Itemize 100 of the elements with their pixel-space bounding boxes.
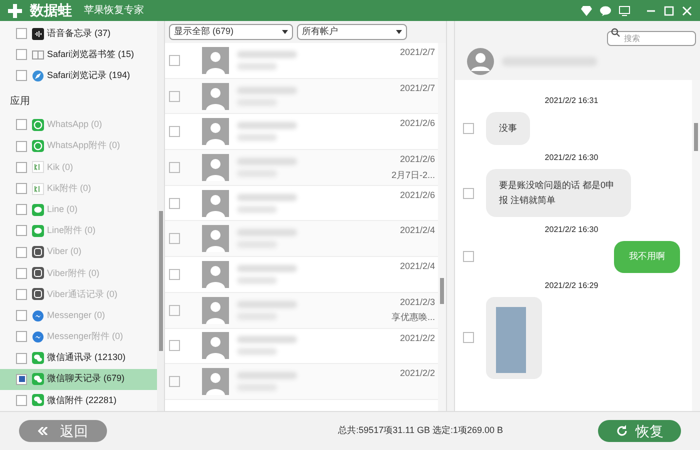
blurred-text — [237, 276, 277, 284]
checkbox[interactable] — [169, 304, 180, 316]
splitter-bar[interactable] — [447, 21, 455, 411]
kik-text-icon — [32, 161, 44, 174]
compass-icon — [32, 70, 44, 82]
sidebar-item[interactable]: 微信附件 (22281) — [0, 390, 157, 411]
blurred-text — [237, 158, 297, 165]
conversation-row[interactable]: 2021/2/3 享优惠唤... — [165, 292, 438, 328]
checkbox[interactable] — [463, 188, 474, 198]
blurred-text — [237, 264, 297, 272]
avatar-placeholder-icon — [202, 82, 229, 110]
message-preview: 享优惠唤... — [391, 311, 435, 324]
diamond-icon[interactable] — [581, 6, 592, 16]
app-logo-text: 数据蛙 — [30, 1, 72, 20]
checkbox[interactable] — [16, 28, 27, 40]
photo-placeholder — [496, 306, 526, 372]
account-filter-dropdown[interactable]: 所有帐户 — [297, 24, 407, 40]
received-message: 没事 — [486, 112, 530, 145]
avatar-placeholder-icon — [202, 190, 229, 217]
message-timestamp: 2021/2/2 16:30 — [544, 224, 600, 236]
list-scrollbar[interactable] — [438, 43, 446, 411]
conversation-row[interactable]: 2021/2/2 — [165, 328, 438, 364]
message-timestamp: 2021/2/2 16:31 — [544, 95, 600, 107]
message-timestamp: 2021/2/2 16:30 — [544, 152, 600, 164]
sidebar-item[interactable]: Safari浏览器书签 (15) — [0, 44, 157, 66]
checkbox[interactable] — [463, 123, 474, 134]
conversation-row[interactable]: 2021/2/6 2月7日-2... — [165, 150, 438, 186]
chat-bubbles-icon — [32, 352, 44, 364]
checkbox[interactable] — [16, 49, 27, 60]
sidebar-item[interactable]: 语音备忘录 (37) — [0, 23, 157, 44]
chat-app-icon — [32, 140, 44, 152]
avatar-placeholder-icon — [202, 118, 229, 146]
checkbox[interactable] — [16, 374, 27, 385]
checkbox[interactable] — [16, 394, 27, 406]
sidebar-item[interactable]: Safari浏览记录 (194) — [0, 65, 157, 87]
phone-app-icon — [32, 288, 44, 300]
sidebar-item[interactable]: 微信聊天记录 (679) — [0, 368, 157, 390]
double-chevron-left-icon — [38, 427, 48, 435]
checkbox[interactable] — [463, 251, 474, 262]
monitor-icon[interactable] — [619, 6, 630, 16]
phone-app-icon — [32, 246, 44, 258]
recover-button[interactable]: 恢复 — [598, 420, 681, 442]
avatar-placeholder-icon — [202, 332, 229, 360]
checkbox[interactable] — [169, 54, 180, 66]
chat-app-icon — [32, 204, 44, 216]
sent-message: 我不用啊 — [614, 241, 680, 272]
checkbox[interactable] — [169, 376, 180, 388]
checkbox[interactable] — [169, 162, 180, 173]
blurred-text — [237, 194, 297, 201]
blurred-text — [237, 300, 297, 308]
received-message: 要是账没啥问题的话 都是0申报 注销就简单 — [486, 169, 631, 217]
sidebar-scrollbar[interactable] — [157, 21, 165, 411]
app-subtitle: 苹果恢复专家 — [84, 4, 144, 18]
checkbox[interactable] — [169, 268, 180, 280]
close-icon[interactable] — [682, 6, 692, 16]
search-field[interactable]: 搜索 — [607, 30, 696, 46]
section-header: 应用 — [9, 94, 31, 109]
show-filter-dropdown[interactable]: 显示全部 (679) — [169, 24, 293, 40]
chat-scrollbar[interactable] — [692, 80, 700, 411]
blurred-text — [237, 50, 297, 58]
checkbox[interactable] — [169, 90, 180, 102]
conversation-date: 2021/2/6 — [400, 117, 435, 130]
blurred-text — [237, 336, 297, 344]
checkbox[interactable] — [169, 340, 180, 352]
sidebar-item[interactable]: 微信通讯录 (12130) — [0, 347, 157, 369]
checkbox[interactable] — [169, 126, 180, 138]
blurred-text — [237, 348, 277, 356]
chat-bubble-icon[interactable] — [600, 6, 611, 16]
avatar-placeholder-icon — [202, 225, 229, 252]
conversation-date: 2021/2/7 — [400, 82, 435, 95]
checkbox[interactable] — [169, 233, 180, 244]
blurred-text — [237, 206, 277, 213]
waveform-icon — [32, 28, 44, 40]
checkbox[interactable] — [169, 198, 180, 209]
avatar-placeholder-icon — [202, 46, 229, 74]
conversation-row[interactable]: 2021/2/2 — [165, 364, 438, 400]
conversation-row[interactable]: 2021/2/4 — [165, 221, 438, 258]
blurred-text — [237, 372, 297, 380]
kik-text-icon — [32, 182, 44, 195]
checkbox[interactable] — [16, 70, 27, 82]
conversation-date: 2021/2/4 — [400, 260, 435, 274]
avatar-placeholder-icon — [202, 368, 229, 396]
checkbox[interactable] — [16, 352, 27, 364]
blurred-text — [237, 122, 297, 130]
checkbox[interactable] — [463, 332, 474, 343]
plus-logo-icon — [8, 4, 22, 18]
conversation-date: 2021/2/3 — [400, 296, 435, 309]
message-timestamp: 2021/2/2 16:29 — [544, 280, 600, 292]
chat-app-icon — [32, 118, 44, 131]
conversation-row[interactable]: 2021/2/7 — [165, 78, 438, 114]
dropdown-caret-icon — [396, 30, 402, 34]
dropdown-caret-icon — [282, 30, 288, 34]
conversation-date: 2021/2/7 — [400, 46, 435, 59]
messenger-icon — [32, 310, 44, 322]
maximize-icon[interactable] — [664, 6, 674, 16]
chat-bubbles-icon — [32, 394, 44, 406]
blurred-text — [237, 62, 277, 70]
refresh-icon — [616, 425, 628, 437]
summary-text: 总共:59517项31.11 GB 选定:1项269.00 B — [338, 424, 503, 438]
back-button[interactable]: 返回 — [19, 420, 107, 442]
